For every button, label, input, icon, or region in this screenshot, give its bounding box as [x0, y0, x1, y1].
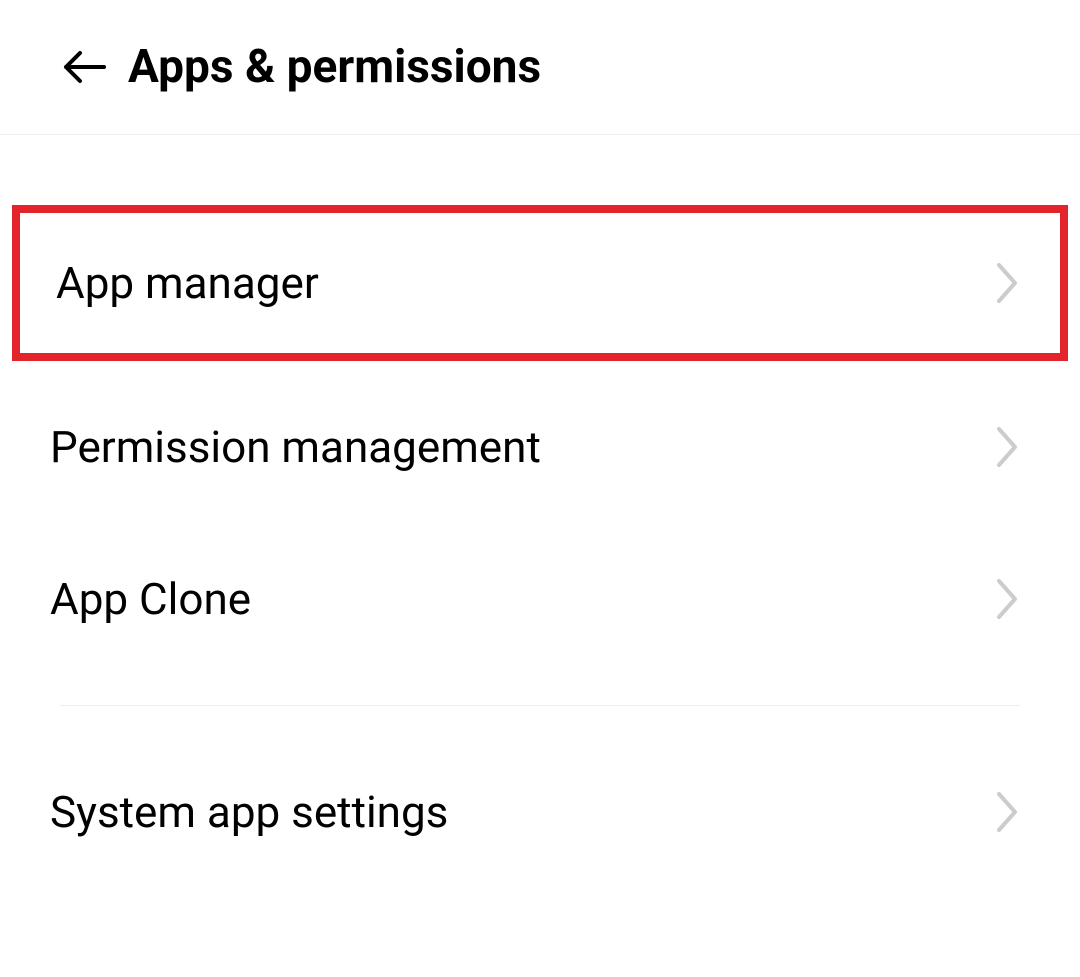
list-item-label: App Clone — [50, 573, 251, 625]
chevron-right-icon — [994, 799, 1020, 825]
list-item-system-app-settings[interactable]: System app settings — [0, 736, 1080, 888]
header-bar: Apps & permissions — [0, 0, 1080, 135]
chevron-right-icon — [994, 586, 1020, 612]
list-item-label: Permission management — [50, 421, 541, 473]
highlight-box: App manager — [12, 205, 1068, 361]
list-item-app-manager[interactable]: App manager — [20, 213, 1060, 353]
back-arrow-icon[interactable] — [60, 43, 108, 91]
divider — [60, 705, 1020, 706]
chevron-right-icon — [994, 270, 1020, 296]
list-item-app-clone[interactable]: App Clone — [0, 523, 1080, 675]
list-item-permission-management[interactable]: Permission management — [0, 371, 1080, 523]
list-item-label: App manager — [56, 257, 319, 309]
chevron-right-icon — [994, 434, 1020, 460]
settings-list: App manager Permission management App Cl… — [0, 135, 1080, 888]
list-item-label: System app settings — [50, 786, 448, 838]
page-title: Apps & permissions — [128, 40, 541, 94]
